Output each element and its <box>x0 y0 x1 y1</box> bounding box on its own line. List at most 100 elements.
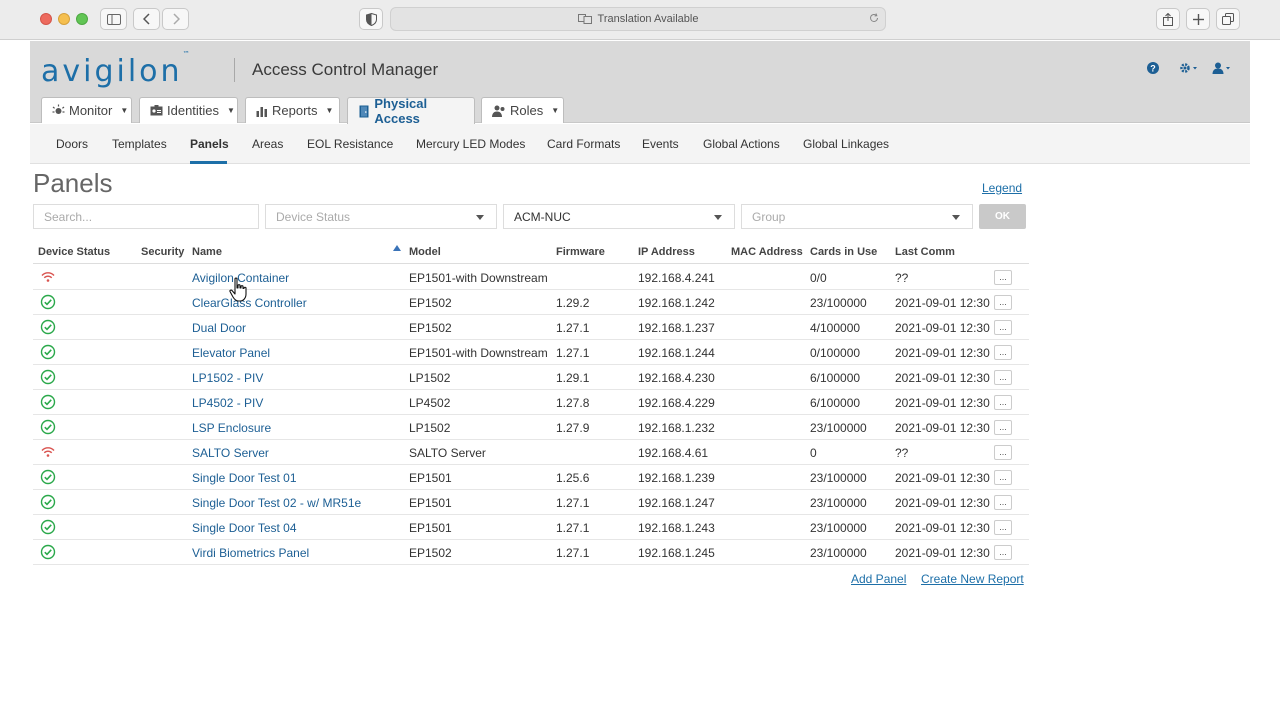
settings-gear-icon[interactable] <box>1179 61 1199 79</box>
ok-button[interactable]: OK <box>979 204 1026 229</box>
panel-model: EP1501 <box>409 471 452 485</box>
forward-icon[interactable] <box>162 8 189 30</box>
panel-name-link[interactable]: LP1502 - PIV <box>192 371 263 385</box>
panel-model: LP1502 <box>409 421 451 435</box>
sidebar-toggle-icon[interactable] <box>100 8 127 30</box>
row-actions-button[interactable]: ... <box>994 520 1012 535</box>
tab-reports[interactable]: Reports ▼ <box>245 97 340 123</box>
subnav-global-actions[interactable]: Global Actions <box>703 137 780 151</box>
table-row[interactable]: Virdi Biometrics Panel EP1502 1.27.1 192.16… <box>33 540 1029 565</box>
tab-physical-access[interactable]: Physical Access <box>347 96 475 126</box>
table-row[interactable]: Dual Door EP1502 1.27.1 192.168.1.237 4/1000… <box>33 315 1029 340</box>
col-last-comm[interactable]: Last Comm <box>895 246 955 258</box>
subnav-events[interactable]: Events <box>642 137 679 151</box>
panel-name-link[interactable]: SALTO Server <box>192 446 269 460</box>
subnav-areas[interactable]: Areas <box>252 137 283 151</box>
subnav-templates[interactable]: Templates <box>112 137 167 151</box>
panel-name-link[interactable]: Single Door Test 01 <box>192 471 297 485</box>
row-actions-button[interactable]: ... <box>994 370 1012 385</box>
col-device-status[interactable]: Device Status <box>38 246 110 258</box>
panel-cards-in-use: 23/100000 <box>810 496 867 510</box>
panel-name-link[interactable]: Virdi Biometrics Panel <box>192 546 309 560</box>
row-actions-button[interactable]: ... <box>994 470 1012 485</box>
panel-name-link[interactable]: Single Door Test 02 - w/ MR51e <box>192 496 361 510</box>
row-actions-button[interactable]: ... <box>994 420 1012 435</box>
table-row[interactable]: Single Door Test 01 EP1501 1.25.6 192.168.1… <box>33 465 1029 490</box>
row-actions-button[interactable]: ... <box>994 295 1012 310</box>
subnav-eol-resistance[interactable]: EOL Resistance <box>307 137 393 151</box>
zoom-window-button[interactable] <box>76 13 88 25</box>
subnav-mercury-led-modes[interactable]: Mercury LED Modes <box>416 137 525 151</box>
chevron-down-icon: ▼ <box>325 106 334 115</box>
chevron-down-icon: ▼ <box>227 106 235 115</box>
minimize-window-button[interactable] <box>58 13 70 25</box>
tab-monitor[interactable]: Monitor ▼ <box>41 97 132 123</box>
status-online-check-icon <box>40 544 56 560</box>
panel-name-link[interactable]: Single Door Test 04 <box>192 521 297 535</box>
col-security[interactable]: Security <box>141 246 184 258</box>
appliance-select[interactable]: ACM-NUC <box>503 204 735 229</box>
reload-icon[interactable] <box>869 13 879 26</box>
col-name[interactable]: Name <box>192 246 222 258</box>
search-input[interactable]: Search... <box>33 204 259 229</box>
close-window-button[interactable] <box>40 13 52 25</box>
chevron-down-icon: ▼ <box>551 106 560 115</box>
panel-model: EP1501-with Downstream <box>409 346 548 360</box>
panel-last-comm: 2021-09-01 12:30 <box>895 546 990 560</box>
row-actions-button[interactable]: ... <box>994 445 1012 460</box>
panel-last-comm: 2021-09-01 12:30 <box>895 321 990 335</box>
panel-name-link[interactable]: Elevator Panel <box>192 346 270 360</box>
row-actions-button[interactable]: ... <box>994 495 1012 510</box>
panel-name-link[interactable]: LP4502 - PIV <box>192 396 263 410</box>
panel-firmware: 1.29.1 <box>556 371 590 385</box>
table-row[interactable]: ClearGlass Controller EP1502 1.29.2 192.168… <box>33 290 1029 315</box>
col-firmware[interactable]: Firmware <box>556 246 605 258</box>
col-model[interactable]: Model <box>409 246 441 258</box>
address-bar[interactable]: Translation Available <box>390 7 886 31</box>
subnav-doors[interactable]: Doors <box>56 137 88 151</box>
group-select[interactable]: Group <box>741 204 973 229</box>
translate-icon[interactable] <box>577 14 592 24</box>
share-icon[interactable] <box>1156 8 1180 30</box>
table-row[interactable]: Single Door Test 04 EP1501 1.27.1 192.168.1… <box>33 515 1029 540</box>
row-actions-button[interactable]: ... <box>994 320 1012 335</box>
table-row[interactable]: LSP Enclosure LP1502 1.27.9 192.168.1.232 23… <box>33 415 1029 440</box>
new-tab-icon[interactable] <box>1186 8 1210 30</box>
privacy-shield-icon[interactable] <box>359 8 383 30</box>
subnav-card-formats[interactable]: Card Formats <box>547 137 620 151</box>
window-margin-right <box>1250 40 1280 720</box>
panel-cards-in-use: 0 <box>810 446 817 460</box>
table-row[interactable]: SALTO Server SALTO Server 192.168.4.61 0??.… <box>33 440 1029 465</box>
subnav-panels[interactable]: Panels <box>190 137 229 151</box>
tab-identities[interactable]: Identities ▼ <box>139 97 238 123</box>
tab-roles[interactable]: Roles ▼ <box>481 97 564 123</box>
col-mac-address[interactable]: MAC Address <box>731 246 803 258</box>
svg-text:?: ? <box>1150 64 1156 74</box>
back-icon[interactable] <box>133 8 160 30</box>
panel-firmware: 1.27.1 <box>556 321 590 335</box>
col-ip-address[interactable]: IP Address <box>638 246 695 258</box>
table-row[interactable]: Single Door Test 02 - w/ MR51e EP1501 1.27… <box>33 490 1029 515</box>
help-icon[interactable]: ? <box>1147 61 1159 79</box>
table-row[interactable]: LP4502 - PIV LP4502 1.27.8 192.168.4.229 6/1… <box>33 390 1029 415</box>
subnav-global-linkages[interactable]: Global Linkages <box>803 137 889 151</box>
add-panel-link[interactable]: Add Panel <box>851 572 906 586</box>
table-row[interactable]: LP1502 - PIV LP1502 1.29.1 192.168.4.230 6/1… <box>33 365 1029 390</box>
panel-last-comm: ?? <box>895 446 909 460</box>
tab-overview-icon[interactable] <box>1216 8 1240 30</box>
table-row[interactable]: Elevator Panel EP1501-with Downstream 1.27… <box>33 340 1029 365</box>
user-menu-icon[interactable] <box>1212 61 1232 79</box>
row-actions-button[interactable]: ... <box>994 395 1012 410</box>
legend-link[interactable]: Legend <box>982 181 1022 195</box>
row-actions-button[interactable]: ... <box>994 345 1012 360</box>
panel-firmware: 1.27.9 <box>556 421 590 435</box>
col-cards-in-use[interactable]: Cards in Use <box>810 246 877 258</box>
device-status-select[interactable]: Device Status <box>265 204 497 229</box>
panel-name-link[interactable]: Dual Door <box>192 321 246 335</box>
panel-name-link[interactable]: LSP Enclosure <box>192 421 271 435</box>
row-actions-button[interactable]: ... <box>994 270 1012 285</box>
roles-icon <box>492 104 506 118</box>
table-row[interactable]: Avigilon Container EP1501-with Downstream… <box>33 265 1029 290</box>
row-actions-button[interactable]: ... <box>994 545 1012 560</box>
create-new-report-link[interactable]: Create New Report <box>921 572 1024 586</box>
